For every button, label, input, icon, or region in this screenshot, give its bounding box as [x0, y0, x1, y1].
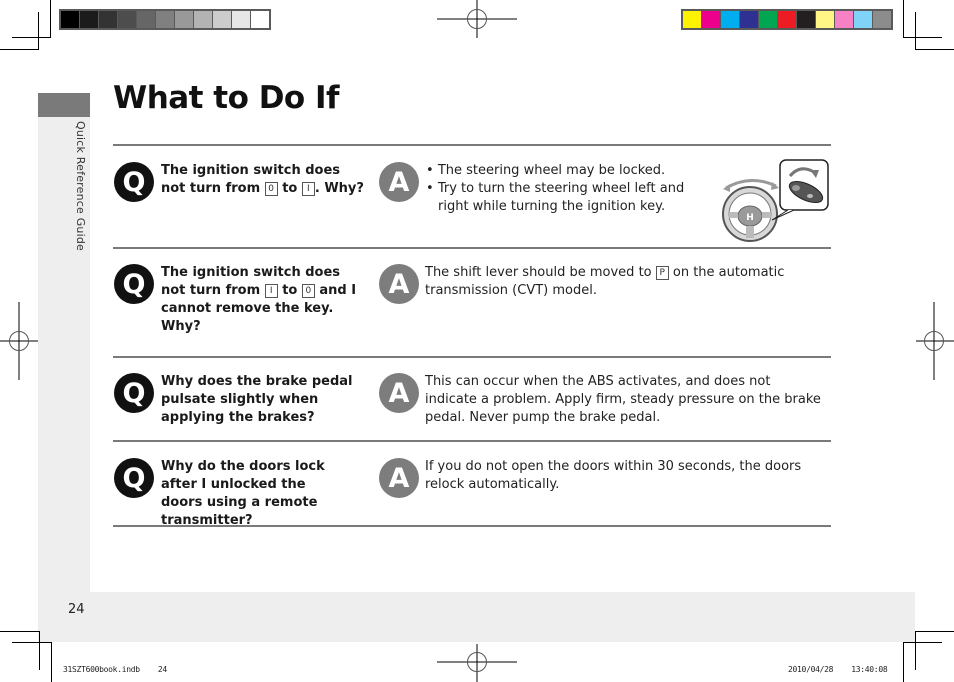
- registration-mark-bottom: [437, 644, 517, 682]
- color-swatch: [873, 11, 891, 28]
- answer-text-part: The shift lever should be moved to: [425, 265, 656, 280]
- color-swatch: [721, 11, 739, 28]
- answer-text: The shift lever should be moved to P on …: [425, 264, 825, 300]
- answer-icon: A: [379, 458, 419, 498]
- gray-swatch: [80, 11, 98, 28]
- color-swatch: [740, 11, 758, 28]
- answer-icon: A: [379, 373, 419, 413]
- print-slug-file: 31SZT600book.indb 24: [63, 665, 167, 674]
- answer-bullet: • The steering wheel may be locked.: [426, 163, 666, 178]
- registration-mark-right: [916, 302, 954, 380]
- gray-swatch: [213, 11, 231, 28]
- divider: [113, 356, 831, 358]
- ignition-position-key: I: [301, 182, 315, 196]
- answer-text: If you do not open the doors within 30 s…: [425, 459, 802, 492]
- divider: [113, 440, 831, 442]
- right-arrow-icon: [771, 182, 779, 190]
- gray-swatch: [194, 11, 212, 28]
- question-text: The ignition switch does not turn from I…: [161, 264, 366, 336]
- shift-position-key: P: [655, 266, 669, 280]
- answer-bullet-text: Try to turn the steering wheel left and …: [437, 181, 685, 214]
- svg-text:H: H: [746, 213, 754, 223]
- gray-swatch: [99, 11, 117, 28]
- section-tab-marker: [38, 93, 90, 117]
- question-text: Why do the doors lock after I unlocked t…: [161, 459, 325, 528]
- question-text-part: to: [277, 181, 302, 196]
- question-icon: Q: [114, 458, 154, 498]
- grayscale-color-bar: [59, 9, 271, 30]
- color-swatch: [702, 11, 720, 28]
- answer-bullet: • Try to turn the steering wheel left an…: [426, 181, 685, 214]
- question-text-part: . Why?: [314, 181, 364, 196]
- color-swatch: [797, 11, 815, 28]
- color-swatch: [854, 11, 872, 28]
- answer-bullet-text: The steering wheel may be locked.: [437, 163, 666, 178]
- question-icon: Q: [114, 162, 154, 202]
- print-slug-timestamp: 2010/04/28 13:40:08: [788, 665, 888, 674]
- question-icon: Q: [114, 373, 154, 413]
- divider: [113, 247, 831, 249]
- gray-swatch: [61, 11, 79, 28]
- gray-swatch: [251, 11, 269, 28]
- color-swatch: [778, 11, 796, 28]
- question-text: Why does the brake pedal pulsate slightl…: [161, 374, 353, 425]
- steering-wheel-ignition-illustration: H: [722, 159, 829, 242]
- color-swatch: [683, 11, 701, 28]
- process-color-bar: [681, 9, 893, 30]
- question-text: The ignition switch does not turn from 0…: [161, 162, 366, 198]
- gray-swatch: [118, 11, 136, 28]
- qa-item-key-not-removable: Q The ignition switch does not turn from…: [113, 264, 831, 354]
- page-title: What to Do If: [113, 80, 340, 116]
- gray-swatch: [232, 11, 250, 28]
- left-arrow-icon: [723, 184, 730, 192]
- answer-icon: A: [379, 264, 419, 304]
- question-text-part: to: [277, 283, 302, 298]
- answer-icon: A: [379, 162, 419, 202]
- question-icon: Q: [114, 264, 154, 304]
- color-swatch: [759, 11, 777, 28]
- qa-item-brake-pulsate: Q Why does the brake pedal pulsate sligh…: [113, 373, 831, 439]
- color-swatch: [816, 11, 834, 28]
- answer-text: • The steering wheel may be locked. • Tr…: [426, 162, 696, 216]
- answer-text: This can occur when the ABS activates, a…: [425, 374, 821, 425]
- qa-item-doors-relock: Q Why do the doors lock after I unlocked…: [113, 458, 831, 528]
- divider-top: [113, 144, 831, 146]
- ignition-position-key: 0: [301, 284, 315, 298]
- registration-mark-top: [437, 0, 517, 38]
- page-number: 24: [68, 602, 85, 617]
- ignition-position-key: 0: [264, 182, 278, 196]
- section-sidebar-label: Quick Reference Guide: [74, 121, 87, 251]
- ignition-position-key: I: [264, 284, 278, 298]
- color-swatch: [835, 11, 853, 28]
- gray-swatch: [137, 11, 155, 28]
- registration-mark-left: [0, 302, 38, 380]
- gray-swatch: [156, 11, 174, 28]
- gray-swatch: [175, 11, 193, 28]
